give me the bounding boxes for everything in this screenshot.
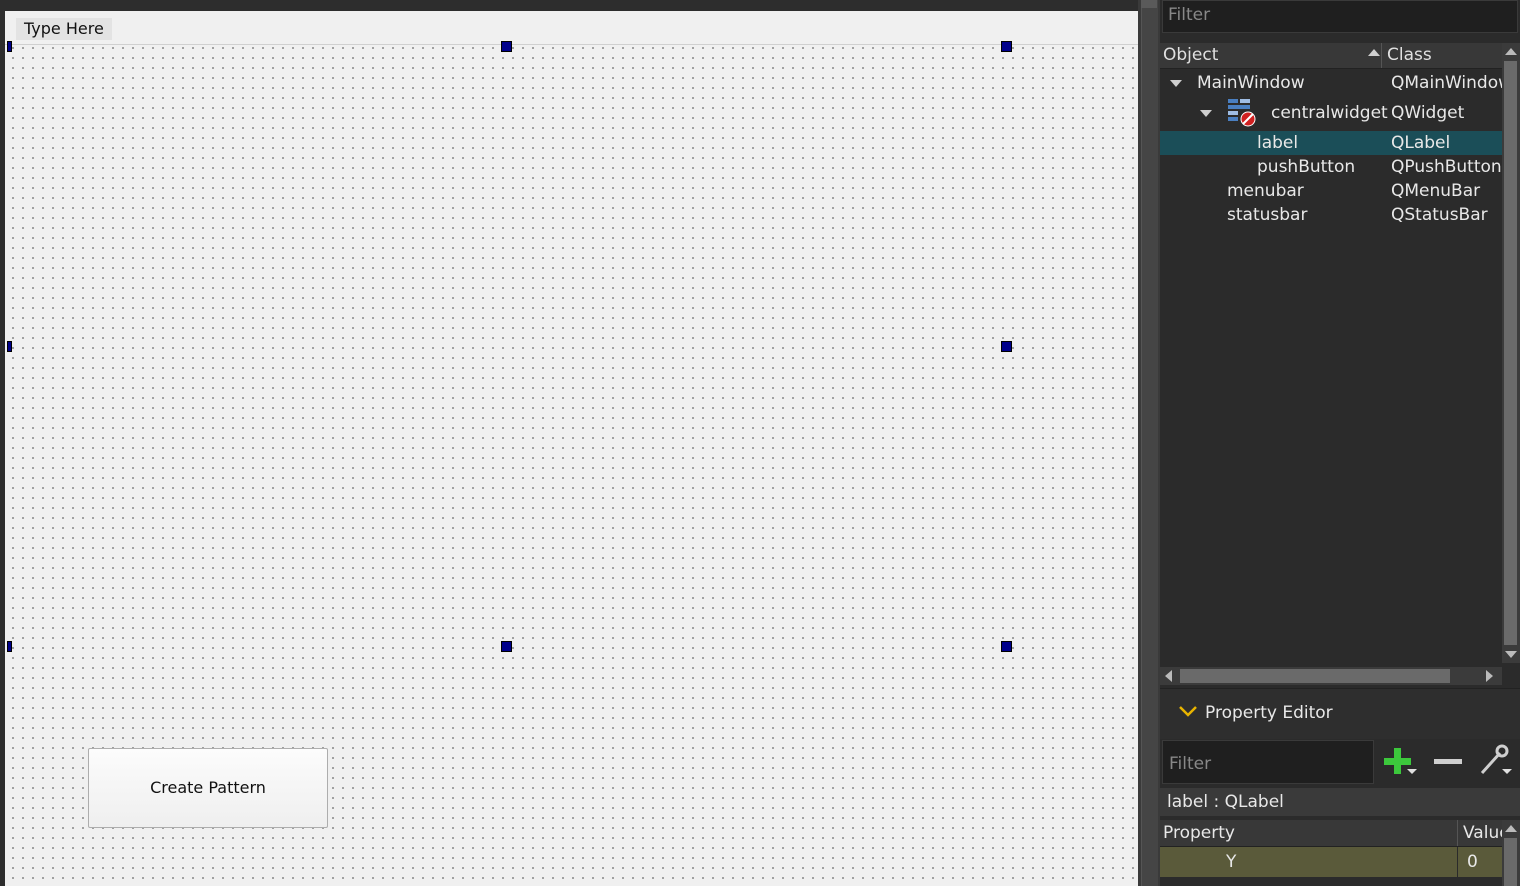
collapse-arrow-icon[interactable] [1200,110,1212,117]
tree-row-centralwidget[interactable]: centralwidget QWidget [1160,98,1502,128]
tree-row-class: QMainWindow [1391,73,1502,93]
tree-row-object: MainWindow [1197,73,1305,93]
broken-layout-icon [1226,98,1258,128]
tree-row-class: QPushButton [1391,157,1502,177]
wrench-icon[interactable] [1476,743,1512,779]
scroll-up-icon[interactable] [1505,825,1517,832]
tree-row-object: menubar [1227,181,1304,201]
property-filter-input[interactable]: Filter [1162,740,1374,784]
property-row-y[interactable]: Y 0 [1160,847,1502,877]
scroll-down-icon[interactable] [1505,651,1517,658]
property-value[interactable]: 0 [1467,847,1478,877]
add-property-icon[interactable] [1382,745,1418,779]
resize-handle[interactable] [501,641,512,652]
scrollbar-thumb[interactable] [1504,838,1517,886]
property-table-header: Property Value [1160,820,1510,847]
form-menubar[interactable]: Type Here [5,11,1138,45]
object-tree: MainWindow QMainWindow centralwidget QWi… [1160,69,1502,669]
property-editor-title: Property Editor [1205,703,1333,723]
scroll-left-icon[interactable] [1165,670,1172,682]
tree-row-class: QWidget [1391,103,1465,123]
object-filter-input[interactable]: Filter [1162,0,1518,33]
tree-row-label[interactable]: label QLabel [1160,131,1502,155]
tree-row-object: statusbar [1227,205,1308,225]
resize-handle[interactable] [1001,641,1012,652]
property-editor-titlebar[interactable]: Property Editor [1160,688,1520,739]
object-tree-header: Object Class [1160,43,1502,69]
remove-property-icon[interactable] [1430,745,1466,779]
column-header-object[interactable]: Object [1163,45,1218,65]
property-name: Y [1226,852,1237,872]
scroll-right-icon[interactable] [1486,670,1493,682]
scroll-up-icon[interactable] [1505,48,1517,55]
object-tree-horizontal-scrollbar[interactable] [1160,667,1502,685]
resize-handle[interactable] [7,641,12,652]
form-designer[interactable]: Type Here Create Pattern [5,11,1138,886]
sort-ascending-icon[interactable] [1368,49,1380,56]
splitter-grip[interactable] [1141,0,1157,8]
create-pattern-button[interactable]: Create Pattern [88,748,328,828]
right-dock-panel: Filter Object Class MainWindow QMainWind… [1160,0,1520,886]
tree-row-class: QLabel [1391,133,1451,153]
tree-row-object: label [1257,133,1299,153]
resize-handle[interactable] [501,41,512,52]
panel-splitter[interactable] [1138,0,1160,886]
property-editor-context: label : QLabel [1160,788,1520,816]
tree-row-statusbar[interactable]: statusbar QStatusBar [1160,203,1502,227]
resize-handle[interactable] [1001,41,1012,52]
object-tree-vertical-scrollbar[interactable] [1502,43,1520,663]
scrollbar-thumb[interactable] [1180,669,1450,683]
tree-row-object: centralwidget [1271,103,1388,123]
tree-row-pushbutton[interactable]: pushButton QPushButton [1160,155,1502,179]
resize-handle[interactable] [1001,341,1012,352]
resize-handle[interactable] [7,341,12,352]
collapse-arrow-icon[interactable] [1170,80,1182,87]
menu-type-here[interactable]: Type Here [16,18,112,40]
scrollbar-thumb[interactable] [1504,61,1517,645]
property-table-scrollbar[interactable] [1502,820,1520,886]
splitter-bar[interactable] [1141,0,1158,886]
tree-row-mainwindow[interactable]: MainWindow QMainWindow [1160,71,1502,95]
form-canvas-area: Type Here Create Pattern [0,0,1138,886]
tree-row-menubar[interactable]: menubar QMenuBar [1160,179,1502,203]
column-header-class[interactable]: Class [1387,45,1432,65]
column-header-property[interactable]: Property [1163,823,1235,843]
column-divider[interactable] [1381,43,1382,68]
tree-row-class: QStatusBar [1391,205,1488,225]
column-divider[interactable] [1457,820,1458,846]
tree-row-class: QMenuBar [1391,181,1481,201]
resize-handle[interactable] [7,41,12,52]
chevron-down-icon[interactable] [1178,703,1198,717]
column-divider [1457,847,1458,877]
tree-row-object: pushButton [1257,157,1356,177]
